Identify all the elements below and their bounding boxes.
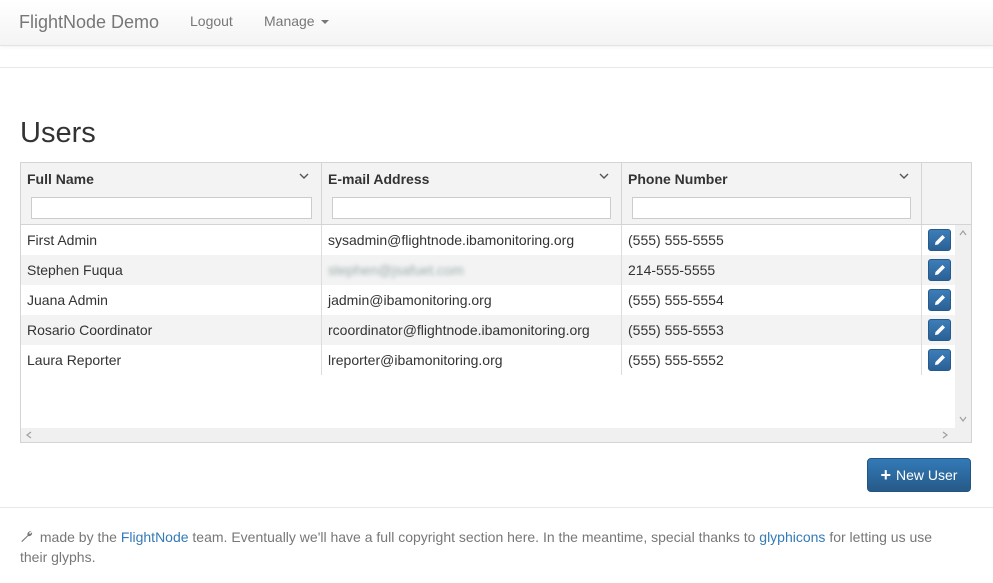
cell-full-name: First Admin bbox=[21, 225, 322, 255]
cell-actions bbox=[922, 225, 955, 255]
table-row: Laura Reporter lreporter@ibamonitoring.o… bbox=[21, 345, 955, 375]
plus-icon: + bbox=[880, 465, 892, 485]
footer-text: made by the bbox=[36, 529, 121, 545]
cell-phone: (555) 555-5553 bbox=[622, 315, 922, 345]
cell-actions bbox=[922, 345, 955, 375]
edit-user-button[interactable] bbox=[928, 319, 951, 341]
cell-phone: (555) 555-5552 bbox=[622, 345, 922, 375]
table-row: Rosario Coordinator rcoordinator@flightn… bbox=[21, 315, 955, 345]
cell-full-name: Rosario Coordinator bbox=[21, 315, 322, 345]
footer-text: team. Eventually we'll have a full copyr… bbox=[188, 529, 760, 545]
column-header-full-name[interactable]: Full Name bbox=[21, 163, 322, 224]
vertical-scrollbar[interactable] bbox=[955, 225, 971, 428]
table-row: First Admin sysadmin@flightnode.ibamonit… bbox=[21, 225, 955, 255]
logout-link[interactable]: Logout bbox=[190, 13, 233, 29]
grid-header: Full Name E-mail Address Phone Number bbox=[21, 163, 971, 225]
column-header-phone[interactable]: Phone Number bbox=[622, 163, 922, 224]
scroll-down-icon[interactable] bbox=[959, 415, 967, 423]
chevron-down-icon[interactable] bbox=[899, 171, 909, 181]
page-title: Users bbox=[20, 117, 96, 149]
cell-phone: (555) 555-5555 bbox=[622, 225, 922, 255]
cell-email: jadmin@ibamonitoring.org bbox=[322, 285, 622, 315]
pencil-icon bbox=[934, 325, 945, 335]
filter-full-name-input[interactable] bbox=[31, 197, 312, 219]
cell-full-name: Laura Reporter bbox=[21, 345, 322, 375]
edit-user-button[interactable] bbox=[928, 349, 951, 371]
caret-down-icon bbox=[320, 20, 329, 25]
column-header-email[interactable]: E-mail Address bbox=[322, 163, 622, 224]
divider bbox=[0, 507, 993, 508]
scroll-left-icon[interactable] bbox=[25, 431, 33, 439]
cell-full-name: Stephen Fuqua bbox=[21, 255, 322, 285]
new-user-button[interactable]: + New User bbox=[867, 458, 971, 492]
users-grid: Full Name E-mail Address Phone Number Fi… bbox=[20, 162, 972, 443]
pencil-icon bbox=[934, 235, 945, 245]
brand-link[interactable]: FlightNode Demo bbox=[19, 12, 159, 33]
pencil-icon bbox=[934, 355, 945, 365]
manage-dropdown[interactable]: Manage bbox=[264, 13, 329, 29]
navbar: FlightNode Demo Logout Manage bbox=[0, 0, 993, 46]
filter-phone-input[interactable] bbox=[632, 197, 911, 219]
cell-email: rcoordinator@flightnode.ibamonitoring.or… bbox=[322, 315, 622, 345]
grid-body: First Admin sysadmin@flightnode.ibamonit… bbox=[21, 225, 955, 428]
cell-email: stephen@jsafuet.com bbox=[322, 255, 622, 285]
cell-phone: 214-555-5555 bbox=[622, 255, 922, 285]
scroll-right-icon[interactable] bbox=[941, 431, 949, 439]
chevron-down-icon[interactable] bbox=[299, 171, 309, 181]
edit-user-button[interactable] bbox=[928, 259, 951, 281]
chevron-down-icon[interactable] bbox=[599, 171, 609, 181]
footer: made by the FlightNode team. Eventually … bbox=[20, 527, 960, 567]
cell-phone: (555) 555-5554 bbox=[622, 285, 922, 315]
column-label: E-mail Address bbox=[328, 171, 430, 187]
cell-actions bbox=[922, 255, 955, 285]
cell-actions bbox=[922, 315, 955, 345]
column-label: Phone Number bbox=[628, 171, 728, 187]
blurred-email: stephen@jsafuet.com bbox=[328, 262, 464, 278]
edit-user-button[interactable] bbox=[928, 229, 951, 251]
scroll-up-icon[interactable] bbox=[959, 229, 967, 237]
table-row: Stephen Fuqua stephen@jsafuet.com 214-55… bbox=[21, 255, 955, 285]
new-user-label: New User bbox=[896, 467, 958, 483]
horizontal-scrollbar[interactable] bbox=[21, 428, 971, 442]
cell-actions bbox=[922, 285, 955, 315]
glyphicons-link[interactable]: glyphicons bbox=[759, 529, 825, 545]
flightnode-link[interactable]: FlightNode bbox=[121, 529, 189, 545]
table-row: Juana Admin jadmin@ibamonitoring.org (55… bbox=[21, 285, 955, 315]
cell-email: sysadmin@flightnode.ibamonitoring.org bbox=[322, 225, 622, 255]
cell-full-name: Juana Admin bbox=[21, 285, 322, 315]
pencil-icon bbox=[934, 265, 945, 275]
wrench-icon bbox=[21, 531, 33, 542]
column-label: Full Name bbox=[27, 171, 94, 187]
manage-label: Manage bbox=[264, 13, 315, 29]
cell-email: lreporter@ibamonitoring.org bbox=[322, 345, 622, 375]
filter-email-input[interactable] bbox=[332, 197, 611, 219]
column-header-actions bbox=[922, 163, 971, 224]
edit-user-button[interactable] bbox=[928, 289, 951, 311]
pencil-icon bbox=[934, 295, 945, 305]
divider bbox=[0, 67, 993, 68]
